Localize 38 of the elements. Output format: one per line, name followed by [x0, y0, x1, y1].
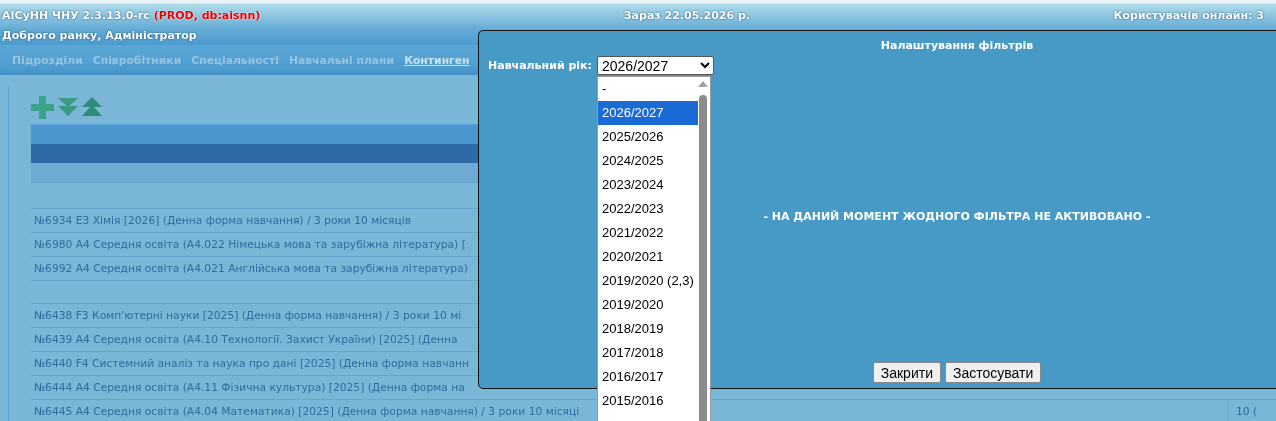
dropdown-option[interactable]: 2018/2019	[598, 317, 698, 341]
environment-label: (PROD, db:aisnn)	[153, 9, 261, 22]
dropdown-option[interactable]: 2026/2027	[598, 101, 698, 125]
table-cell: №6445 A4 Середня освіта (A4.04 Математика) [2025] (Денна форма навчання) / 3 роки 10 місяці	[34, 405, 580, 418]
dropdown-option[interactable]: 2021/2022	[598, 221, 698, 245]
table-cell: №6934 E3 Хімія [2026] (Денна форма навчання) / 3 роки 10 місяців	[34, 214, 412, 227]
table-cell: №6440 F4 Системний аналіз та наука про дані [2025] (Денна форма навчанн	[34, 357, 469, 370]
table-cell: №6439 A4 Середня освіта (A4.10 Технології. Захист України) [2025] (Денна	[34, 333, 458, 346]
chevron-icon	[700, 62, 710, 69]
table-cell: №6980 A4 Середня освіта (A4.022 Німецька мова та зарубіжна література) [	[34, 238, 466, 251]
dialog-title: Налаштування фільтрів	[880, 39, 1034, 52]
greeting: Доброго ранку, Адміністратор	[2, 29, 197, 42]
dropdown-option[interactable]: 2022/2023	[598, 197, 698, 221]
dropdown-option[interactable]: 2019/2020 (2,3)	[598, 269, 698, 293]
year-select[interactable]: 2026/2027	[597, 56, 714, 75]
dropdown-option[interactable]: 2016/2017	[598, 365, 698, 389]
field-label: Навчальний рік:	[488, 59, 592, 72]
dropdown-option[interactable]: -	[598, 77, 698, 101]
dropdown-option[interactable]: 2023/2024	[598, 173, 698, 197]
dropdown-option[interactable]: 2020/2021	[598, 245, 698, 269]
current-date: Зараз 22.05.2026 р.	[623, 9, 750, 23]
add-icon[interactable]	[31, 95, 54, 119]
expand-all-icon[interactable]	[58, 97, 78, 117]
dropdown-option[interactable]: 2015/2016	[598, 389, 698, 413]
collapse-all-icon[interactable]	[82, 97, 102, 117]
table-cell: №6992 A4 Середня освіта (A4.021 Англійська мова та зарубіжна література)	[34, 262, 468, 275]
dropdown-option[interactable]: 2019/2020	[598, 293, 698, 317]
table-cell: №6438 F3 Комп'ютерні науки [2025] (Денна форма навчання) / 3 роки 10 мі	[34, 309, 462, 322]
table-cell: №6444 A4 Середня освіта (A4.11 Фізична культура) [2025] (Денна форма на	[34, 381, 465, 394]
app-title: АІСуНН ЧНУ 2.3.13.0-rc	[2, 9, 150, 22]
dropdown-option[interactable]: 2025/2026	[598, 125, 698, 149]
apply-button[interactable]: Застосувати	[944, 362, 1042, 383]
close-button[interactable]: Закрити	[872, 362, 941, 383]
table-cell: 10 (	[1236, 405, 1258, 418]
dropdown-option[interactable]: 2017/2018	[598, 341, 698, 365]
online-users: Користувачів онлайн: 3	[1113, 9, 1264, 23]
empty-filter-message: - НА ДАНИЙ МОМЕНТ ЖОДНОГО ФІЛЬТРА НЕ АКТИВОВАНО -	[763, 210, 1151, 223]
dropdown-option[interactable]: 2024/2025	[598, 149, 698, 173]
